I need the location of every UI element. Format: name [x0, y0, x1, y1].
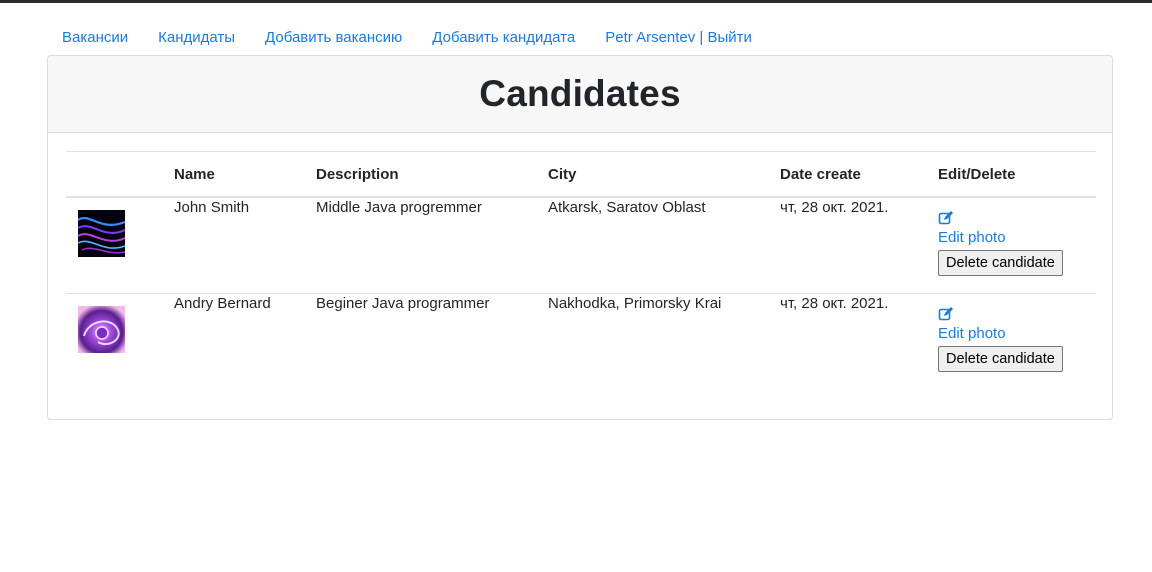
candidates-table: Name Description City Date create Edit/D…: [66, 151, 1096, 389]
main-nav: Вакансии Кандидаты Добавить вакансию Доб…: [47, 27, 767, 49]
page-title: Candidates: [479, 73, 681, 114]
window-top-border: [0, 0, 1152, 3]
header-name: Name: [162, 151, 304, 198]
candidate-photo: [78, 306, 125, 353]
actions-cell: Edit photo Delete candidate: [926, 294, 1096, 390]
candidate-city: Atkarsk, Saratov Oblast: [536, 197, 768, 294]
nav-link-vacancies[interactable]: Вакансии: [47, 27, 143, 49]
candidate-description: Middle Java progremmer: [304, 197, 536, 294]
nav-link-logout[interactable]: Petr Arsentev | Выйти: [590, 27, 767, 49]
candidate-date: чт, 28 окт. 2021.: [768, 197, 926, 294]
header-photo: [66, 151, 162, 198]
candidate-date: чт, 28 окт. 2021.: [780, 295, 889, 312]
card-header: Candidates: [48, 56, 1112, 133]
nav-link-candidates[interactable]: Кандидаты: [143, 27, 250, 49]
actions-cell: Edit photo Delete candidate: [926, 197, 1096, 294]
candidate-photo: [78, 210, 125, 257]
table-header-row: Name Description City Date create Edit/D…: [66, 151, 1096, 198]
photo-cell: [66, 197, 162, 294]
edit-photo-link[interactable]: Edit photo: [938, 325, 1084, 343]
edit-icon[interactable]: [938, 210, 954, 226]
header-city: City: [536, 151, 768, 198]
candidates-card: Candidates Name Description City Date cr…: [47, 55, 1113, 420]
edit-icon[interactable]: [938, 306, 954, 322]
delete-candidate-button[interactable]: Delete candidate: [938, 346, 1063, 372]
delete-candidate-button[interactable]: Delete candidate: [938, 250, 1063, 276]
candidate-city: Nakhodka, Primorsky Krai: [548, 295, 722, 312]
photo-cell: [66, 294, 162, 390]
nav-link-add-vacancy[interactable]: Добавить вакансию: [250, 27, 417, 49]
candidate-name: Andry Bernard: [174, 295, 271, 312]
header-date-create: Date create: [768, 151, 926, 198]
edit-photo-link[interactable]: Edit photo: [938, 229, 1084, 247]
nav-link-add-candidate[interactable]: Добавить кандидата: [417, 27, 590, 49]
header-edit-delete: Edit/Delete: [926, 151, 1096, 198]
table-row: John Smith Middle Java progremmer Atkars…: [66, 197, 1096, 294]
header-description: Description: [304, 151, 536, 198]
table-row: Andry Bernard Beginer Java programmer Na…: [66, 294, 1096, 390]
candidate-name: John Smith: [162, 197, 304, 294]
candidate-description: Beginer Java programmer: [316, 295, 490, 312]
